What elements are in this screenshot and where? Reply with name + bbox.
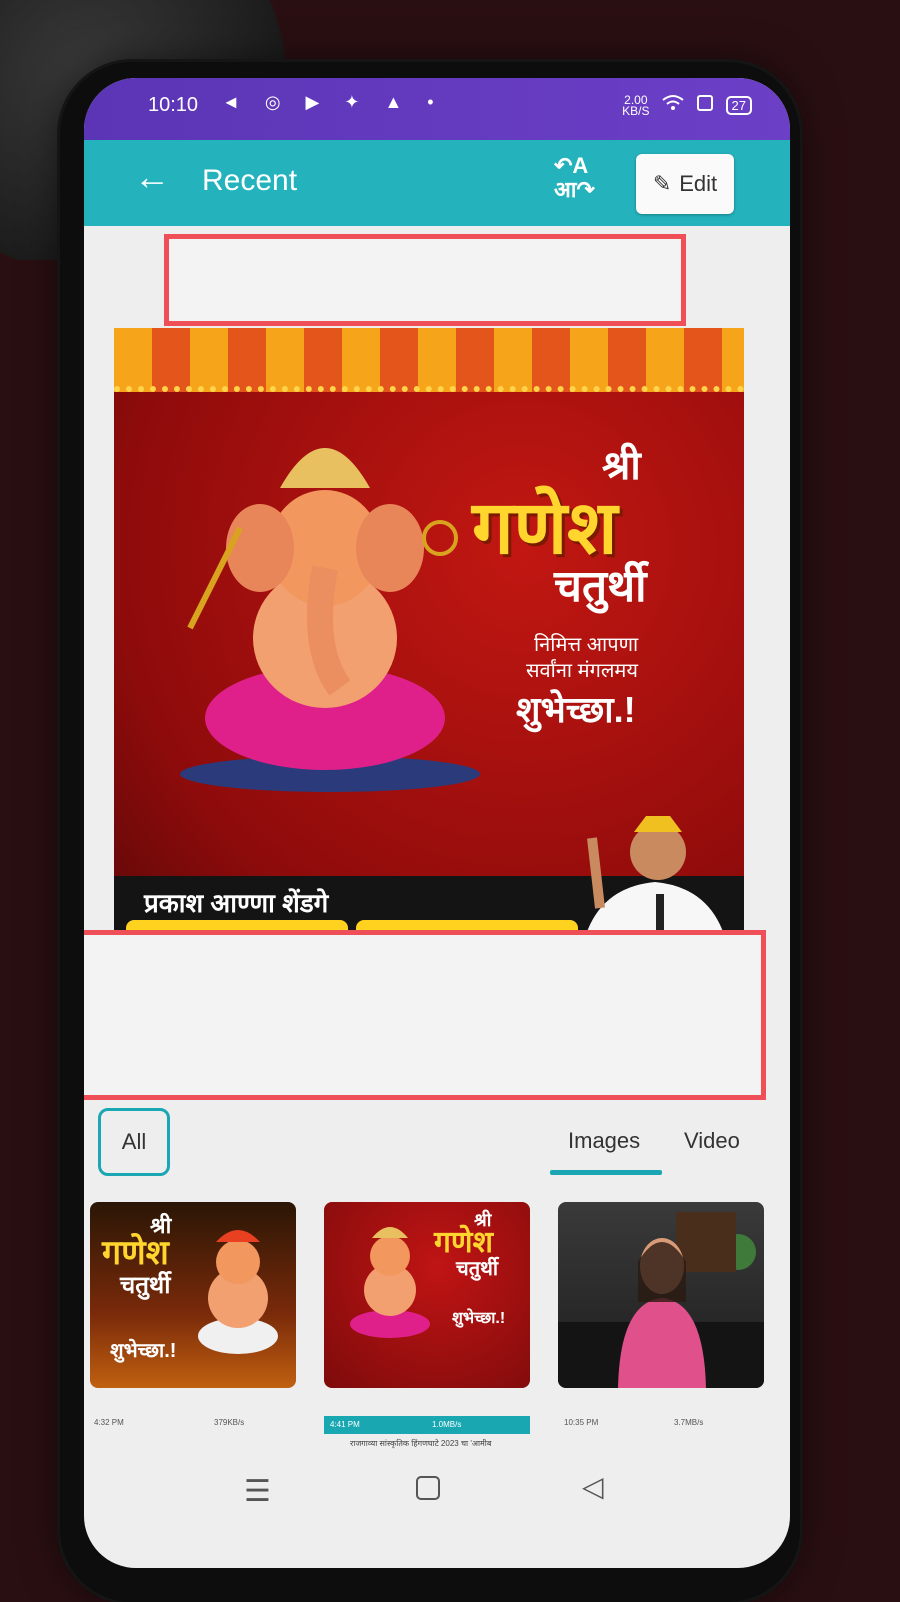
ganesha-idol-illustration <box>180 448 480 792</box>
woman-photo <box>558 1212 764 1388</box>
translate-icon-top: ↶A <box>554 153 589 178</box>
wifi-icon <box>661 94 684 117</box>
tab-all-label: All <box>121 1129 147 1154</box>
thumb3-status-speed: 3.7MB/s <box>674 1418 704 1427</box>
thumbnail-video-woman[interactable] <box>558 1202 764 1388</box>
thumbnail-ganesh-1[interactable]: श्री गणेश चतुर्थी शुभेच्छा.! <box>90 1202 296 1388</box>
thumb1-wish: शुभेच्छा.! <box>110 1340 177 1362</box>
thumb3-status-time: 10:35 PM <box>564 1418 599 1427</box>
highlight-box-bottom <box>84 930 766 1100</box>
tab-indicator <box>550 1170 662 1175</box>
ganesha-thumb-icon <box>198 1230 278 1354</box>
poster-image[interactable]: श्री गणेश चतुर्थी निमित्त आपणा सर्वांना … <box>114 328 744 960</box>
sim-icon <box>696 94 714 117</box>
battery-icon: 27 <box>725 96 752 115</box>
poster-wish-line1: निमित्त आपणा <box>534 634 639 656</box>
tab-all[interactable]: All <box>98 1108 170 1176</box>
tab-video[interactable]: Video <box>684 1128 740 1154</box>
speed-unit: KB/S <box>622 103 650 118</box>
menu-icon[interactable]: ☰ <box>244 1474 271 1509</box>
marigold-garland <box>114 328 744 392</box>
thumb2-caption: राजगाव्या सांस्कृतिक हिंगणघाटे 2023 चा '… <box>350 1439 492 1448</box>
poster-wish-line2: सर्वांना मंगलमय <box>526 660 638 682</box>
system-nav-bar: ☰ ◁ <box>84 1468 790 1548</box>
thumb2-wish: शुभेच्छा.! <box>452 1310 506 1327</box>
edit-button-label: Edit <box>679 171 718 196</box>
thumb2-title-mid: चतुर्थी <box>456 1258 499 1280</box>
tab-images[interactable]: Images <box>568 1128 640 1154</box>
translate-icon[interactable]: ↶A आ↷ <box>554 154 595 202</box>
ganesha-thumb-icon <box>350 1227 430 1338</box>
status-right: 2.00 KB/S 27 <box>622 94 752 117</box>
thumb2-status-speed: 1.0MB/s <box>432 1420 462 1429</box>
thumb1-title-mid: चतुर्थी <box>120 1272 171 1299</box>
home-icon[interactable] <box>416 1476 440 1500</box>
translate-icon-bottom: आ↷ <box>554 177 595 202</box>
phone-screen: 10:10 ◄ ◎ ▶ ✦ ▲ • 2.00 KB/S 27 ← Recent … <box>84 78 790 1568</box>
edit-button[interactable]: ✎ Edit <box>636 154 734 214</box>
pencil-icon: ✎ <box>652 171 672 196</box>
page-title: Recent <box>202 164 298 197</box>
app-bar: ← Recent ↶A आ↷ ✎ Edit <box>84 140 790 226</box>
thumb1-status-time: 4:32 PM <box>94 1418 124 1427</box>
network-speed: 2.00 KB/S <box>622 94 650 118</box>
leader-name: प्रकाश आण्णा शेंडगे <box>144 888 329 918</box>
nav-back-icon[interactable]: ◁ <box>582 1470 604 1503</box>
status-time: 10:10 <box>148 94 199 116</box>
thumb2-status-time: 4:41 PM <box>330 1420 360 1429</box>
notification-icons: ◄ ◎ ▶ ✦ ▲ • <box>222 92 444 112</box>
highlight-box-top <box>164 234 686 326</box>
poster-title-mid: चतुर्थी <box>554 562 647 611</box>
poster-wish-line3: शुभेच्छा.! <box>516 689 636 730</box>
thumb1-status-speed: 379KB/s <box>214 1418 245 1427</box>
back-arrow-icon[interactable]: ← <box>134 156 170 198</box>
thumbnail-ganesh-2[interactable]: श्री गणेश चतुर्थी शुभेच्छा.! <box>324 1202 530 1388</box>
status-bar: 10:10 ◄ ◎ ▶ ✦ ▲ • 2.00 KB/S 27 <box>84 78 790 140</box>
media-tabs: All Images Video <box>84 1098 790 1188</box>
